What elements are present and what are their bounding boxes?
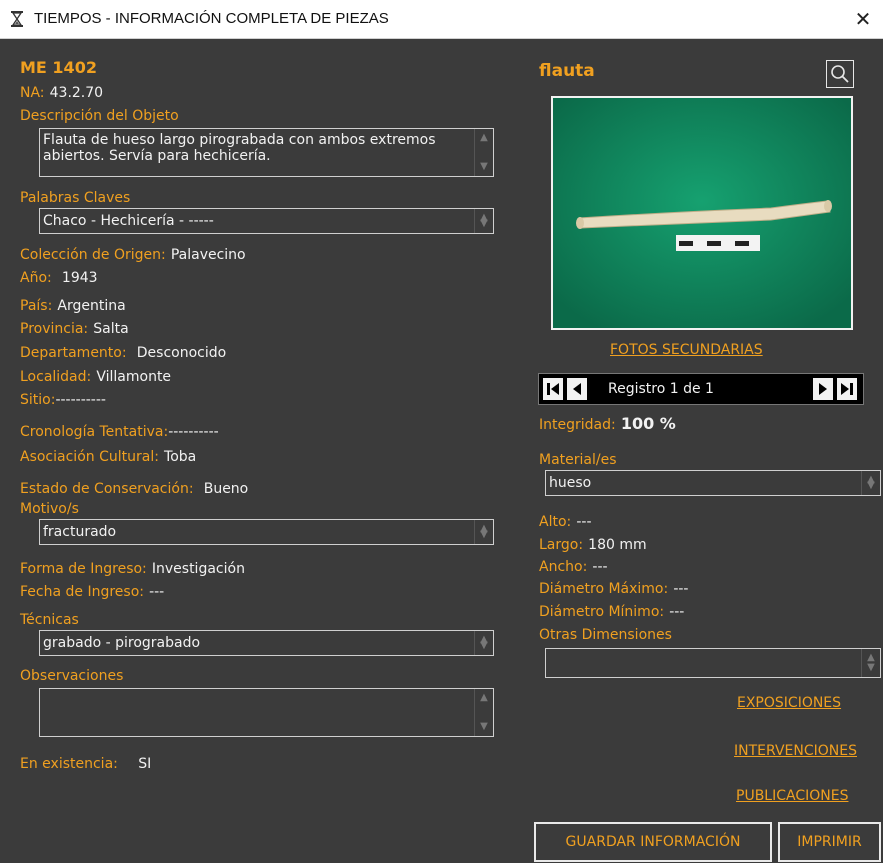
descripcion-label: Descripción del Objeto: [20, 108, 179, 124]
magnifier-icon: [831, 65, 849, 83]
imprimir-button[interactable]: IMPRIMIR: [778, 822, 881, 862]
na-row: NA: 43.2.70: [20, 85, 104, 101]
localidad-row: Localidad: Villamonte: [20, 369, 172, 385]
forma-row: Forma de Ingreso: Investigación: [20, 561, 245, 577]
intervenciones-link[interactable]: INTERVENCIONES: [734, 743, 857, 759]
hourglass-icon: [11, 11, 23, 27]
exposiciones-link[interactable]: EXPOSICIONES: [737, 695, 841, 711]
publicaciones-link[interactable]: PUBLICACIONES: [736, 788, 848, 804]
photo-frame: [551, 96, 853, 330]
estado-row: Estado de Conservación: Bueno: [20, 481, 249, 497]
fecha-row: Fecha de Ingreso: ---: [20, 584, 165, 600]
palabras-field[interactable]: Chaco - Hechicería - ----- ▲ ▼: [39, 208, 494, 234]
next-record-icon: [819, 383, 827, 395]
first-record-icon: [547, 383, 559, 395]
last-record-button[interactable]: [837, 378, 857, 400]
ancho-row: Ancho: ---: [539, 559, 608, 575]
material-scrollbar[interactable]: ▲ ▼: [861, 471, 880, 495]
material-field[interactable]: hueso ▲ ▼: [545, 470, 881, 496]
last-record-icon: [841, 383, 853, 395]
diametro-maximo-row: Diámetro Máximo: ---: [539, 581, 689, 597]
motivos-field[interactable]: fracturado ▲ ▼: [39, 519, 494, 545]
palabras-label: Palabras Claves: [20, 190, 131, 206]
first-record-button[interactable]: [543, 378, 563, 400]
piece-name: flauta: [539, 61, 595, 81]
tecnicas-scrollbar[interactable]: ▲ ▼: [474, 631, 493, 655]
departamento-row: Departamento: Desconocido: [20, 345, 227, 361]
asociacion-row: Asociación Cultural: Toba: [20, 449, 197, 465]
observaciones-label: Observaciones: [20, 668, 124, 684]
otras-dimensiones-scrollbar[interactable]: ▲ ▼: [861, 649, 880, 677]
otras-dimensiones-label: Otras Dimensiones: [539, 627, 672, 643]
descripcion-field[interactable]: Flauta de hueso largo pirograbada con am…: [39, 128, 494, 177]
prev-record-button[interactable]: [567, 378, 587, 400]
tecnicas-field[interactable]: grabado - pirograbado ▲ ▼: [39, 630, 494, 656]
sitio-row: Sitio:----------: [20, 392, 106, 408]
pais-row: País: Argentina: [20, 298, 126, 314]
diametro-minimo-row: Diámetro Mínimo: ---: [539, 604, 685, 620]
guardar-informacion-button[interactable]: GUARDAR INFORMACIÓN: [534, 822, 772, 862]
integridad-row: Integridad: 100 %: [539, 414, 676, 433]
material-label: Material/es: [539, 452, 617, 468]
motivos-scrollbar[interactable]: ▲ ▼: [474, 520, 493, 544]
piece-code: ME 1402: [20, 58, 97, 77]
motivos-label: Motivo/s: [20, 501, 79, 517]
zoom-button[interactable]: [826, 60, 854, 88]
anio-row: Año: 1943: [20, 270, 98, 286]
record-counter: Registro 1 de 1: [608, 381, 714, 397]
otras-dimensiones-field[interactable]: ▲ ▼: [545, 648, 881, 678]
record-navigator: Registro 1 de 1: [538, 373, 864, 405]
next-record-button[interactable]: [813, 378, 833, 400]
prev-record-icon: [573, 383, 581, 395]
observaciones-field[interactable]: ▲ ▼: [39, 688, 494, 737]
provincia-row: Provincia: Salta: [20, 321, 129, 337]
palabras-scrollbar[interactable]: ▲ ▼: [474, 209, 493, 233]
cronologia-row: Cronología Tentativa:----------: [20, 424, 219, 440]
fotos-secundarias-link[interactable]: FOTOS SECUNDARIAS: [610, 342, 763, 358]
coleccion-row: Colección de Origen: Palavecino: [20, 247, 246, 263]
largo-row: Largo: 180 mm: [539, 537, 647, 553]
descripcion-scrollbar[interactable]: ▲ ▼: [474, 129, 493, 176]
observaciones-scrollbar[interactable]: ▲ ▼: [474, 689, 493, 736]
close-button[interactable]: ✕: [843, 0, 883, 38]
object-photo[interactable]: [551, 96, 853, 330]
existencia-row: En existencia: SI: [20, 756, 152, 772]
alto-row: Alto: ---: [539, 514, 592, 530]
title-bar: TIEMPOS - INFORMACIÓN COMPLETA DE PIEZAS…: [0, 0, 883, 39]
tecnicas-label: Técnicas: [20, 612, 79, 628]
window-title: TIEMPOS - INFORMACIÓN COMPLETA DE PIEZAS: [34, 10, 389, 27]
